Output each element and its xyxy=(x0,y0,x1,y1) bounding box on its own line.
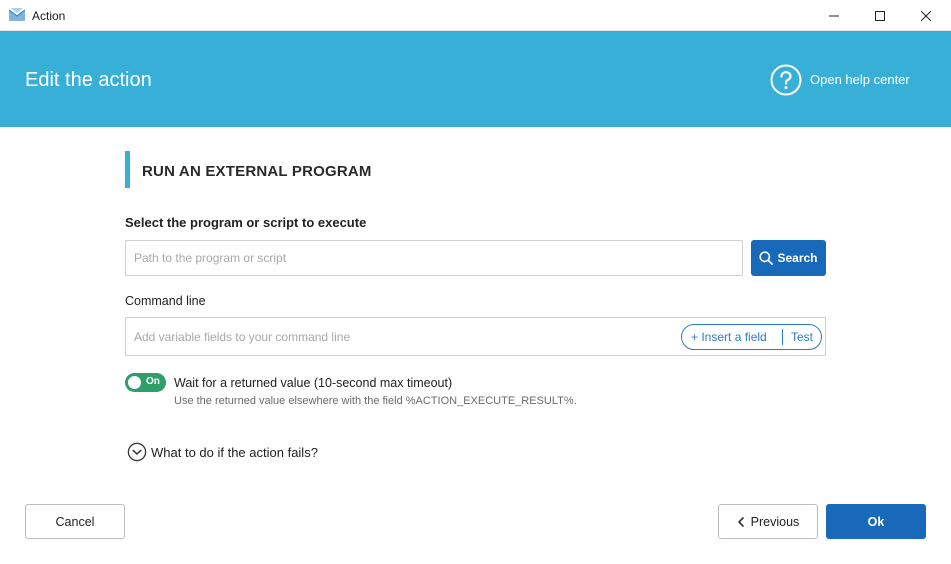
wait-return-label: Wait for a returned value (10-second max… xyxy=(174,376,453,390)
open-help-center-link[interactable]: Open help center xyxy=(810,72,910,87)
insert-field-button[interactable]: + Insert a field xyxy=(682,325,782,349)
wait-return-toggle[interactable]: On xyxy=(125,373,166,392)
section-accent-bar xyxy=(125,151,130,188)
cancel-button[interactable]: Cancel xyxy=(25,504,125,539)
page-title: Edit the action xyxy=(25,69,152,91)
command-line-label: Command line xyxy=(125,294,206,308)
toggle-knob xyxy=(128,376,141,389)
minimize-button[interactable] xyxy=(811,0,857,31)
question-circle-icon[interactable] xyxy=(770,64,802,96)
program-path-input[interactable] xyxy=(125,240,743,276)
close-button[interactable] xyxy=(903,0,949,31)
previous-button[interactable]: Previous xyxy=(718,504,818,539)
command-line-input[interactable] xyxy=(126,318,676,355)
command-line-field: + Insert a field Test xyxy=(125,317,826,356)
previous-button-label: Previous xyxy=(750,514,800,529)
envelope-app-icon xyxy=(8,8,26,21)
search-icon xyxy=(759,251,774,265)
action-fails-label: What to do if the action fails? xyxy=(151,444,318,460)
dialog-header: Edit the action Open help center xyxy=(0,31,951,127)
test-button[interactable]: Test xyxy=(783,325,813,349)
chevron-left-icon xyxy=(737,516,744,527)
window-titlebar: Action xyxy=(0,0,951,31)
search-button-label: Search xyxy=(777,251,818,265)
chevron-down-circle-icon xyxy=(127,442,147,462)
field-actions-pill: + Insert a field Test xyxy=(681,324,822,350)
close-icon xyxy=(921,10,931,21)
program-label: Select the program or script to execute xyxy=(125,215,367,230)
search-button[interactable]: Search xyxy=(751,240,826,276)
wait-return-hint: Use the returned value elsewhere with th… xyxy=(174,395,577,407)
window-title: Action xyxy=(32,9,66,23)
minimize-icon xyxy=(829,15,839,16)
ok-button[interactable]: Ok xyxy=(826,504,926,539)
section-title: RUN AN EXTERNAL PROGRAM xyxy=(142,163,372,180)
action-fails-expander[interactable]: What to do if the action fails? xyxy=(127,442,318,462)
maximize-button[interactable] xyxy=(857,0,903,31)
maximize-icon xyxy=(875,10,885,21)
toggle-state-label: On xyxy=(146,376,160,387)
